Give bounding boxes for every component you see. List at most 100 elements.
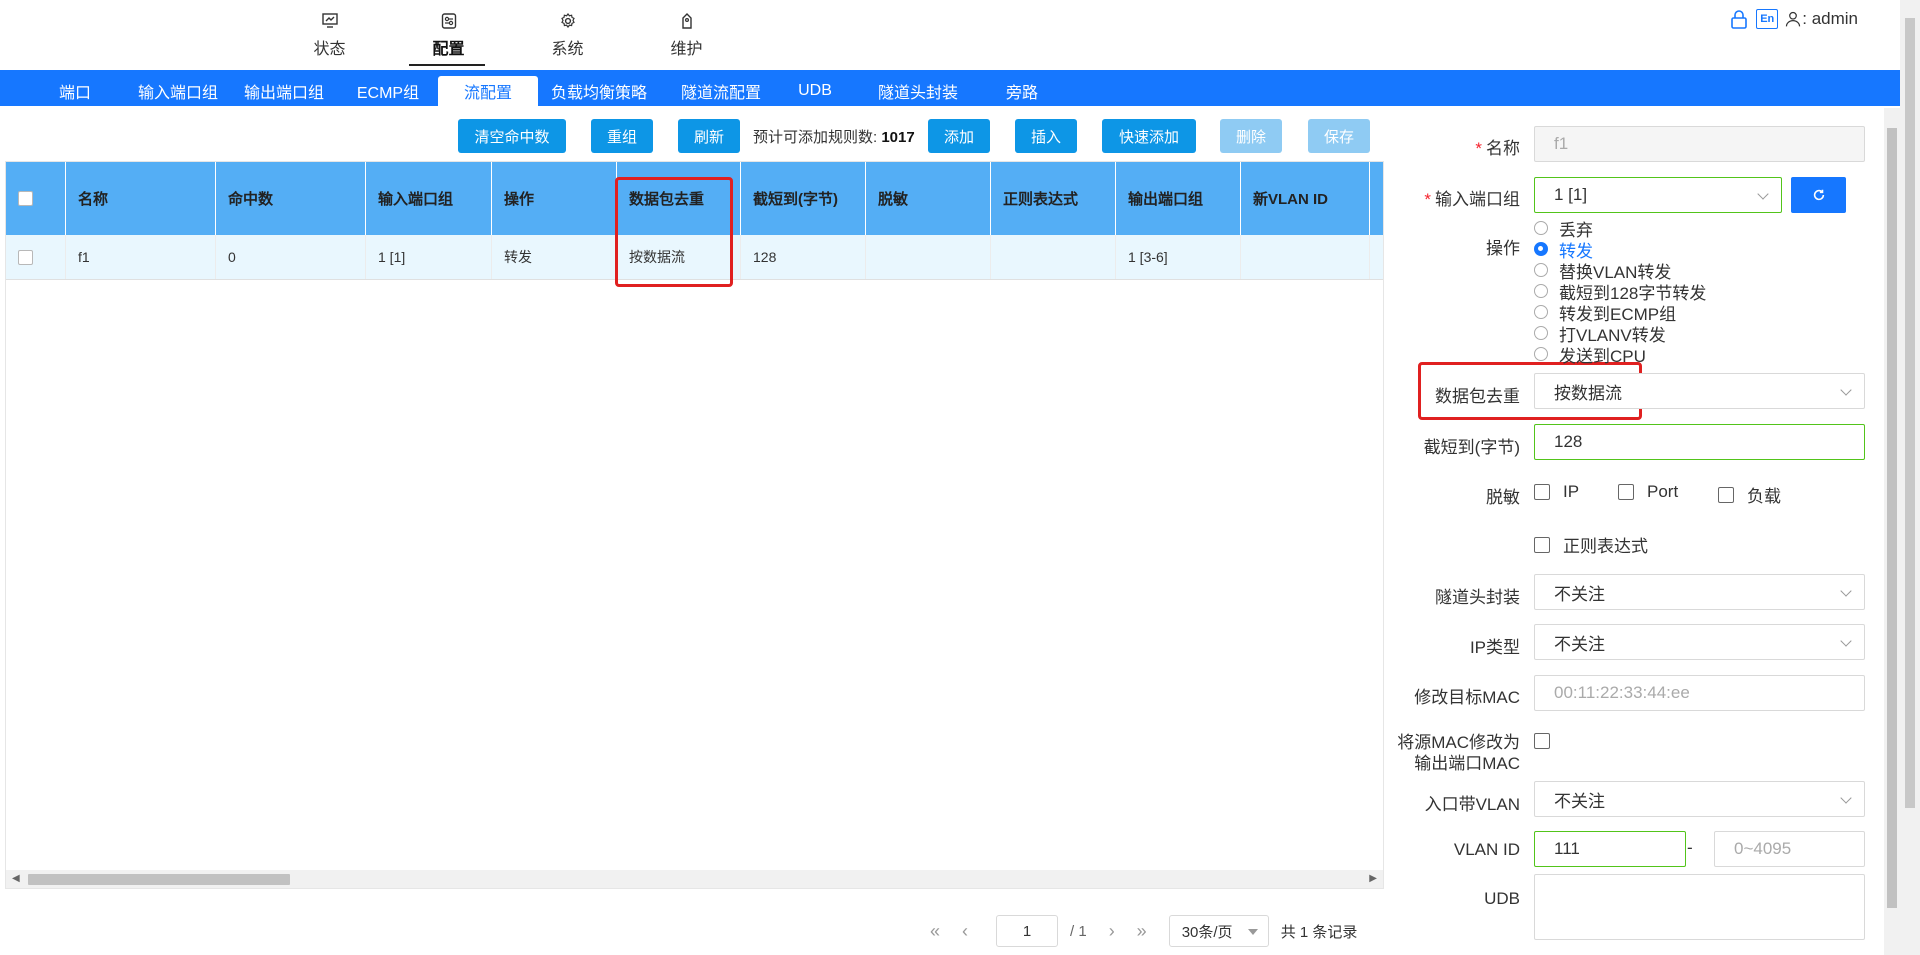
action-radio-ecmp[interactable]: 转发到ECMP组: [1534, 302, 1676, 324]
row-select-cell: [6, 235, 66, 279]
total-records: 共 1 条记录: [1280, 923, 1358, 941]
refresh-button[interactable]: 刷新: [678, 119, 740, 153]
cell-mask: [866, 235, 991, 279]
mask-port-checkbox[interactable]: Port: [1618, 482, 1678, 502]
top-nav: 状态 配置 系统 维护: [270, 8, 746, 66]
iptype-select[interactable]: 不关注: [1534, 624, 1865, 660]
col-dedup[interactable]: 数据包去重: [617, 162, 741, 235]
form-scrollbar[interactable]: [1884, 108, 1900, 955]
in-port-group-label: * 输入端口组: [1424, 190, 1520, 209]
name-field[interactable]: f1: [1534, 126, 1865, 162]
mask-payload-checkbox[interactable]: 负载: [1718, 482, 1781, 507]
tab-out-port-group[interactable]: 输出端口组: [234, 76, 334, 106]
action-radio-replace-vlan[interactable]: 替换VLAN转发: [1534, 260, 1671, 282]
window-scrollbar[interactable]: [1900, 0, 1920, 955]
mask-ip-checkbox[interactable]: IP: [1534, 482, 1579, 502]
vlan-id-to-input[interactable]: 0~4095: [1714, 831, 1865, 867]
table-row[interactable]: f1 0 1 [1] 转发 按数据流 128 1 [3-6]: [6, 235, 1383, 280]
page-input[interactable]: [996, 915, 1058, 947]
scroll-left-icon[interactable]: ◀: [12, 873, 20, 884]
prev-page-icon[interactable]: ‹: [950, 921, 980, 942]
col-out-port-group[interactable]: 输出端口组: [1116, 162, 1241, 235]
last-page-icon[interactable]: »: [1127, 921, 1157, 942]
pagination: « ‹ / 1 › » 30条/页 共 1 条记录: [920, 915, 1357, 947]
action-label: 操作: [1486, 239, 1520, 258]
udb-textarea[interactable]: [1534, 874, 1865, 940]
lock-icon[interactable]: [1728, 8, 1750, 30]
rule-count: 预计可添加规则数: 1017: [753, 126, 915, 147]
config-panel-icon: [441, 13, 456, 29]
add-button[interactable]: 添加: [928, 119, 990, 153]
tab-udb[interactable]: UDB: [785, 76, 845, 106]
tab-load-balance[interactable]: 负载均衡策略: [545, 76, 653, 106]
tab-in-port-group[interactable]: 输入端口组: [128, 76, 228, 106]
cell-dedup: 按数据流: [617, 235, 741, 279]
quick-add-button[interactable]: 快速添加: [1102, 119, 1196, 153]
mask-label: 脱敏: [1486, 488, 1520, 507]
dedup-label: 数据包去重: [1435, 387, 1520, 406]
tab-port[interactable]: 端口: [44, 76, 106, 106]
action-radio-tag-vlan[interactable]: 打VLANV转发: [1534, 323, 1666, 345]
tag-icon: [681, 13, 692, 29]
top-tab-label: 配置: [432, 41, 465, 58]
horizontal-scrollbar[interactable]: ◀ ▶: [6, 870, 1383, 888]
col-hits[interactable]: 命中数: [216, 162, 366, 235]
truncate-input[interactable]: 128: [1534, 424, 1865, 460]
src-mac-checkbox[interactable]: [1534, 733, 1563, 749]
page-size-select[interactable]: 30条/页: [1168, 915, 1269, 947]
name-label: * 名称: [1475, 139, 1520, 158]
top-header: 状态 配置 系统 维护 En : admin: [0, 0, 1900, 70]
regroup-button[interactable]: 重组: [591, 119, 653, 153]
next-page-icon[interactable]: ›: [1097, 921, 1127, 942]
col-regex[interactable]: 正则表达式: [991, 162, 1116, 235]
top-tab-system[interactable]: 系统: [508, 8, 627, 64]
scrollbar-thumb[interactable]: [28, 874, 290, 885]
total-pages: / 1: [1070, 922, 1087, 940]
top-tab-label: 状态: [313, 41, 346, 58]
top-tab-config[interactable]: 配置: [389, 8, 508, 66]
action-radio-truncate[interactable]: 截短到128字节转发: [1534, 281, 1706, 303]
in-port-group-select[interactable]: 1 [1]: [1534, 177, 1782, 213]
udb-label: UDB: [1484, 889, 1520, 908]
tunnel-select[interactable]: 不关注: [1534, 574, 1865, 610]
refresh-port-group-button[interactable]: [1791, 177, 1846, 213]
top-tab-maintenance[interactable]: 维护: [627, 8, 746, 64]
form-scrollbar-thumb[interactable]: [1887, 128, 1897, 908]
insert-button[interactable]: 插入: [1015, 119, 1077, 153]
first-page-icon[interactable]: «: [920, 921, 950, 942]
tab-bypass[interactable]: 旁路: [997, 76, 1047, 106]
action-radio-drop[interactable]: 丢弃: [1534, 218, 1593, 240]
col-name[interactable]: 名称: [66, 162, 216, 235]
vlan-id-from-input[interactable]: 111: [1534, 831, 1686, 867]
select-all-checkbox[interactable]: [18, 191, 33, 206]
delete-button[interactable]: 删除: [1220, 119, 1282, 153]
window-scrollbar-thumb[interactable]: [1905, 18, 1915, 808]
in-vlan-select[interactable]: 不关注: [1534, 781, 1865, 817]
sub-tab-bar: 端口 输入端口组 输出端口组 ECMP组 流配置 负载均衡策略 隧道流配置 UD…: [0, 70, 1900, 106]
tab-tunnel-header[interactable]: 隧道头封装: [868, 76, 968, 106]
col-truncate[interactable]: 截短到(字节): [741, 162, 866, 235]
action-radio-forward[interactable]: 转发: [1534, 239, 1593, 261]
scroll-right-icon[interactable]: ▶: [1369, 873, 1377, 884]
language-toggle[interactable]: En: [1756, 9, 1779, 29]
src-mac-label: 将源MAC修改为 输出端口MAC: [1397, 733, 1520, 773]
tab-flow-config[interactable]: 流配置: [438, 76, 538, 106]
col-action[interactable]: 操作: [492, 162, 617, 235]
action-radio-cpu[interactable]: 发送到CPU: [1534, 344, 1646, 366]
tab-ecmp-group[interactable]: ECMP组: [348, 76, 428, 106]
vlan-range-separator: -: [1687, 838, 1693, 857]
cell-in-port-group: 1 [1]: [366, 235, 492, 279]
col-in-port-group[interactable]: 输入端口组: [366, 162, 492, 235]
cell-truncate: 128: [741, 235, 866, 279]
col-mask[interactable]: 脱敏: [866, 162, 991, 235]
tab-tunnel-flow[interactable]: 隧道流配置: [666, 76, 776, 106]
truncate-label: 截短到(字节): [1423, 438, 1520, 457]
clear-hits-button[interactable]: 清空命中数: [458, 119, 566, 153]
regex-checkbox[interactable]: 正则表达式: [1534, 532, 1648, 557]
top-tab-status[interactable]: 状态: [270, 8, 389, 64]
user-name[interactable]: : admin: [1802, 9, 1858, 29]
dst-mac-input[interactable]: 00:11:22:33:44:ee: [1534, 675, 1865, 711]
cell-regex: [991, 235, 1116, 279]
dedup-select[interactable]: 按数据流: [1534, 373, 1865, 409]
row-checkbox[interactable]: [18, 249, 33, 265]
